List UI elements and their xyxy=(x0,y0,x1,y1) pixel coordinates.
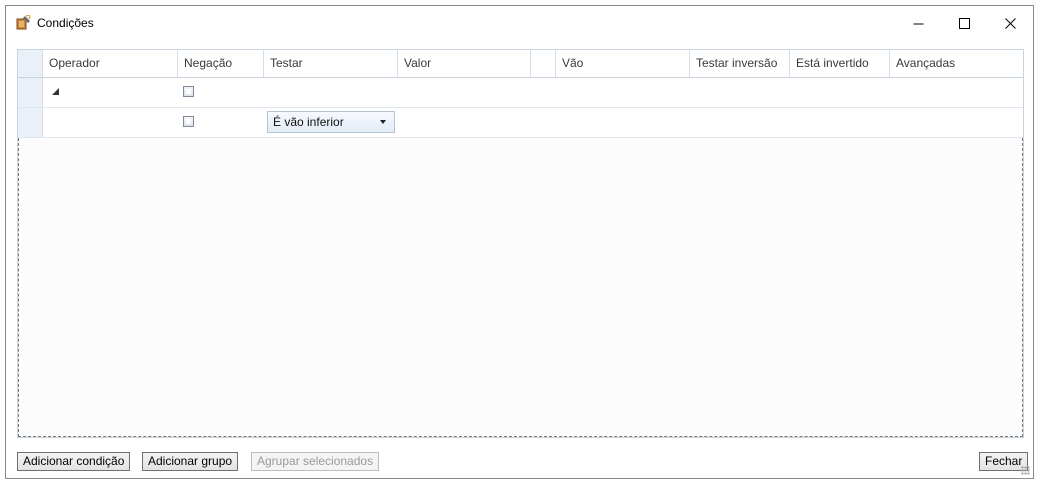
maximize-icon xyxy=(958,17,970,29)
negacao-checkbox[interactable] xyxy=(183,116,194,127)
expand-collapse-icon[interactable] xyxy=(52,88,59,95)
app-tool-icon xyxy=(16,14,31,30)
conditions-window: Condições Operador Negação Testar Valor … xyxy=(5,5,1034,479)
maximize-button[interactable] xyxy=(941,6,987,40)
minimize-icon xyxy=(913,23,923,24)
grid-empty-area[interactable] xyxy=(18,138,1023,437)
close-icon xyxy=(1004,17,1016,29)
negacao-checkbox[interactable] xyxy=(183,86,194,97)
column-header-operador[interactable]: Operador xyxy=(43,50,178,77)
column-header-testar-inversao[interactable]: Testar inversão xyxy=(690,50,790,77)
title-bar[interactable]: Condições xyxy=(6,6,1033,40)
column-header-vao[interactable]: Vão xyxy=(556,50,690,77)
conditions-grid[interactable]: Operador Negação Testar Valor Vão Testar… xyxy=(17,49,1024,438)
column-header-avancadas[interactable]: Avançadas xyxy=(890,50,1023,77)
row-selector[interactable] xyxy=(18,78,43,107)
grid-header: Operador Negação Testar Valor Vão Testar… xyxy=(18,50,1023,78)
column-header-blank[interactable] xyxy=(531,50,556,77)
column-header-valor[interactable]: Valor xyxy=(398,50,531,77)
add-group-button[interactable]: Adicionar grupo xyxy=(142,452,239,471)
group-selected-button[interactable]: Agrupar selecionados xyxy=(251,452,380,471)
column-header-negacao[interactable]: Negação xyxy=(178,50,264,77)
testar-dropdown[interactable]: É vão inferior xyxy=(267,111,395,133)
chevron-down-icon xyxy=(380,120,386,124)
window-title: Condições xyxy=(37,16,94,30)
minimize-button[interactable] xyxy=(895,6,941,40)
table-row-condition[interactable]: É vão inferior xyxy=(18,108,1023,138)
add-condition-button[interactable]: Adicionar condição xyxy=(17,452,131,471)
table-row-group[interactable] xyxy=(18,78,1023,108)
row-selector[interactable] xyxy=(18,108,43,137)
column-header-esta-invertido[interactable]: Está invertido xyxy=(790,50,890,77)
resize-grip-icon[interactable] xyxy=(1021,466,1030,475)
column-header-testar[interactable]: Testar xyxy=(264,50,398,77)
close-button[interactable] xyxy=(987,6,1033,40)
header-corner xyxy=(18,50,43,77)
testar-dropdown-value: É vão inferior xyxy=(273,115,344,129)
